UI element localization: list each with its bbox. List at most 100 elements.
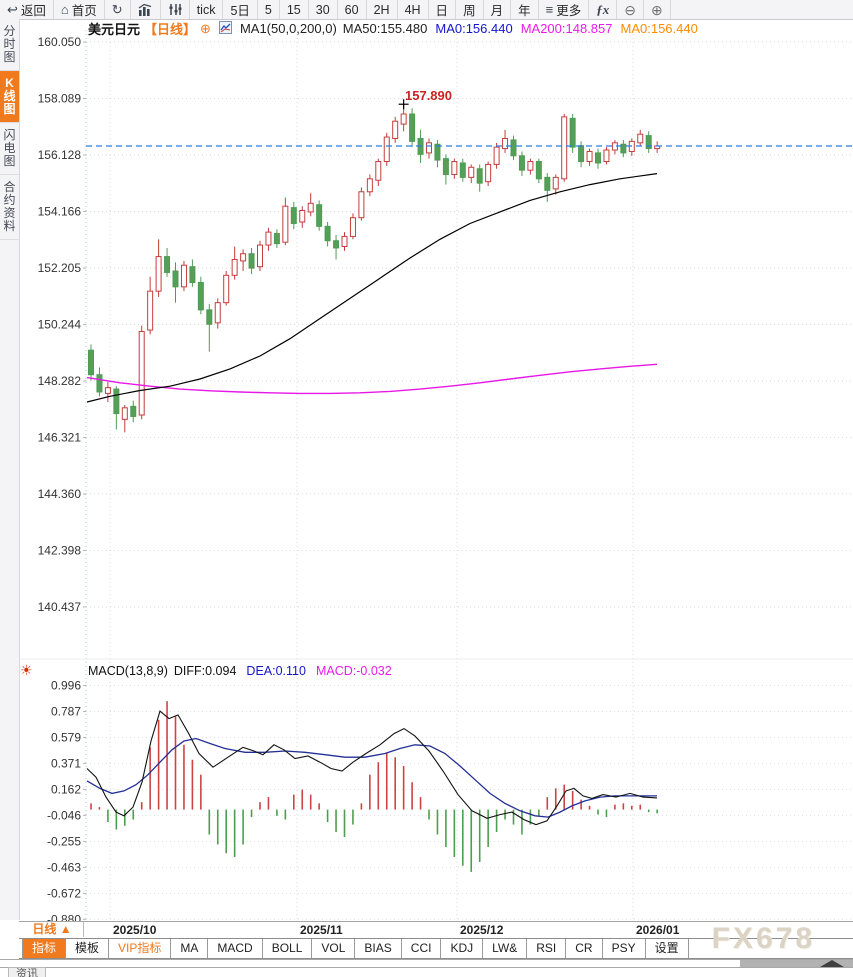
- home-button[interactable]: ⌂首页: [54, 0, 105, 19]
- price-axis-label: 144.360: [38, 487, 82, 501]
- interval-daily-button[interactable]: 日: [429, 0, 457, 19]
- interval-month-button[interactable]: 月: [484, 0, 512, 19]
- macd-axis-label: 0.996: [51, 678, 81, 692]
- left-sidebar: 分时图K线图闪电图合约资料: [0, 19, 20, 920]
- macd-title: MACD(13,8,9): [88, 664, 168, 678]
- refresh-icon: ↻: [112, 3, 123, 16]
- price-gridlines: 160.050158.089156.128154.166152.205150.2…: [38, 35, 853, 614]
- interval-day-button[interactable]: 4H: [398, 0, 429, 19]
- interval-5-button[interactable]: 5: [258, 0, 280, 19]
- interval-15-button-label: 15: [287, 3, 301, 17]
- tab-vol[interactable]: VOL: [312, 939, 355, 958]
- bar-chart-icon: [138, 3, 153, 16]
- price-axis-label: 148.282: [38, 374, 82, 388]
- interval-5d-button[interactable]: 5日: [223, 0, 257, 19]
- horizontal-scrollbar[interactable]: [0, 959, 853, 968]
- scrollbar-arrow-icon[interactable]: [820, 960, 844, 967]
- more-button-label: 更多: [556, 0, 581, 19]
- interval-week-button[interactable]: 周: [456, 0, 484, 19]
- tab-rsi[interactable]: RSI: [527, 939, 566, 958]
- chart-plot-area[interactable]: 160.050158.089156.128154.166152.205150.2…: [0, 0, 853, 977]
- scrollbar-thumb[interactable]: [740, 960, 853, 967]
- tab-设置[interactable]: 设置: [646, 939, 689, 958]
- interval-year-button[interactable]: 年: [511, 0, 539, 19]
- tab-vip指标[interactable]: VIP指标: [109, 939, 171, 958]
- sidebar-item-2[interactable]: 闪电图: [0, 123, 19, 175]
- sidebar-item-0[interactable]: 分时图: [0, 19, 19, 71]
- zoom-in-icon: ⊕: [651, 3, 663, 17]
- price-axis-label: 142.398: [38, 543, 82, 557]
- period-label: 【日线】: [144, 19, 196, 38]
- tab-bias[interactable]: BIAS: [355, 939, 401, 958]
- zoom-in-button[interactable]: ⊕: [644, 0, 671, 19]
- ma50-value: MA50:155.480: [343, 21, 428, 36]
- macd-settings-sun-icon[interactable]: ☀: [20, 663, 33, 677]
- watermark-logo: FX678: [712, 922, 815, 956]
- tab-kdj[interactable]: KDJ: [441, 939, 483, 958]
- interval-week-button-label: 周: [463, 0, 476, 19]
- macd-dea-value: DEA:0.110: [246, 664, 306, 678]
- back-button[interactable]: ↩返回: [0, 0, 54, 19]
- tab-模板[interactable]: 模板: [66, 939, 109, 958]
- period-selector-button[interactable]: 日线 ▲: [21, 922, 84, 937]
- bar-chart-button[interactable]: [131, 0, 161, 19]
- more-button[interactable]: ≡更多: [539, 0, 590, 19]
- tab-psy[interactable]: PSY: [603, 939, 646, 958]
- macd-axis-label: 0.162: [51, 782, 81, 796]
- x-axis-month-label: 2026/01: [636, 923, 679, 937]
- macd-axis-label: -0.046: [47, 808, 81, 822]
- price-axis-label: 154.166: [38, 204, 82, 218]
- indicator-sliders-button[interactable]: [161, 0, 190, 19]
- interval-2h-button[interactable]: 2H: [367, 0, 398, 19]
- ma50-line: [87, 174, 657, 402]
- back-icon: ↩: [7, 3, 18, 16]
- vertical-gridlines: [19, 30, 853, 920]
- tab-macd[interactable]: MACD: [208, 939, 262, 958]
- fx-icon: ƒx: [596, 3, 609, 16]
- period-selector-label: 日线: [32, 922, 56, 936]
- menu-icon: ≡: [546, 3, 554, 16]
- tab-指标[interactable]: 指标: [22, 939, 66, 958]
- top-toolbar: ↩返回⌂首页↻tick5日51530602H4H日周月年≡更多ƒx⊖⊕: [0, 0, 853, 20]
- macd-diff-line: [87, 711, 657, 825]
- interval-60-button[interactable]: 60: [338, 0, 367, 19]
- news-panel-tab[interactable]: 资讯: [8, 967, 46, 977]
- trading-app: 160.050158.089156.128154.166152.205150.2…: [0, 0, 853, 977]
- back-button-label: 返回: [21, 0, 46, 19]
- ma200-value: MA200:148.857: [521, 21, 613, 36]
- ma0-orange-value: MA0:156.440: [621, 21, 698, 36]
- sidebar-item-3[interactable]: 合约资料: [0, 175, 19, 240]
- interval-year-button-label: 年: [518, 0, 531, 19]
- interval-30-button-label: 30: [316, 3, 330, 17]
- tab-boll[interactable]: BOLL: [263, 939, 313, 958]
- interval-daily-button-label: 日: [436, 0, 449, 19]
- interval-tick-button[interactable]: tick: [190, 0, 224, 19]
- macd-gridlines: 0.9960.7870.5790.3710.162-0.046-0.255-0.…: [47, 678, 853, 926]
- interval-15-button[interactable]: 15: [280, 0, 309, 19]
- ma200-line: [87, 364, 657, 393]
- line-chart-icon[interactable]: [219, 21, 232, 37]
- add-indicator-icon[interactable]: ⊕: [200, 21, 211, 37]
- macd-axis-label: 0.371: [51, 756, 81, 770]
- price-axis-label: 150.244: [38, 317, 82, 331]
- macd-histogram: [91, 701, 657, 872]
- tab-cci[interactable]: CCI: [402, 939, 442, 958]
- macd-macd-value: MACD:-0.032: [316, 664, 392, 678]
- macd-header-row: MACD(13,8,9) DIFF:0.094 DEA:0.110 MACD:-…: [88, 664, 392, 678]
- zoom-out-button[interactable]: ⊖: [617, 0, 644, 19]
- x-axis-month-label: 2025/12: [460, 923, 503, 937]
- interval-month-button-label: 月: [491, 0, 504, 19]
- interval-30-button[interactable]: 30: [309, 0, 338, 19]
- chart-title-row: 美元日元 【日线】 ⊕ MA1(50,0,200,0) MA50:155.480…: [88, 21, 698, 36]
- x-axis-month-label: 2025/10: [113, 923, 156, 937]
- price-axis-label: 158.089: [38, 91, 82, 105]
- price-axis-label: 140.437: [38, 600, 82, 614]
- price-axis-label: 152.205: [38, 261, 82, 275]
- tab-lw[interactable]: LW&: [483, 939, 527, 958]
- interval-tick-button-label: tick: [197, 3, 216, 17]
- tab-ma[interactable]: MA: [171, 939, 208, 958]
- tab-cr[interactable]: CR: [566, 939, 602, 958]
- refresh-button[interactable]: ↻: [105, 0, 131, 19]
- formula-fx-button[interactable]: ƒx: [589, 0, 617, 19]
- sidebar-item-1[interactable]: K线图: [0, 71, 19, 123]
